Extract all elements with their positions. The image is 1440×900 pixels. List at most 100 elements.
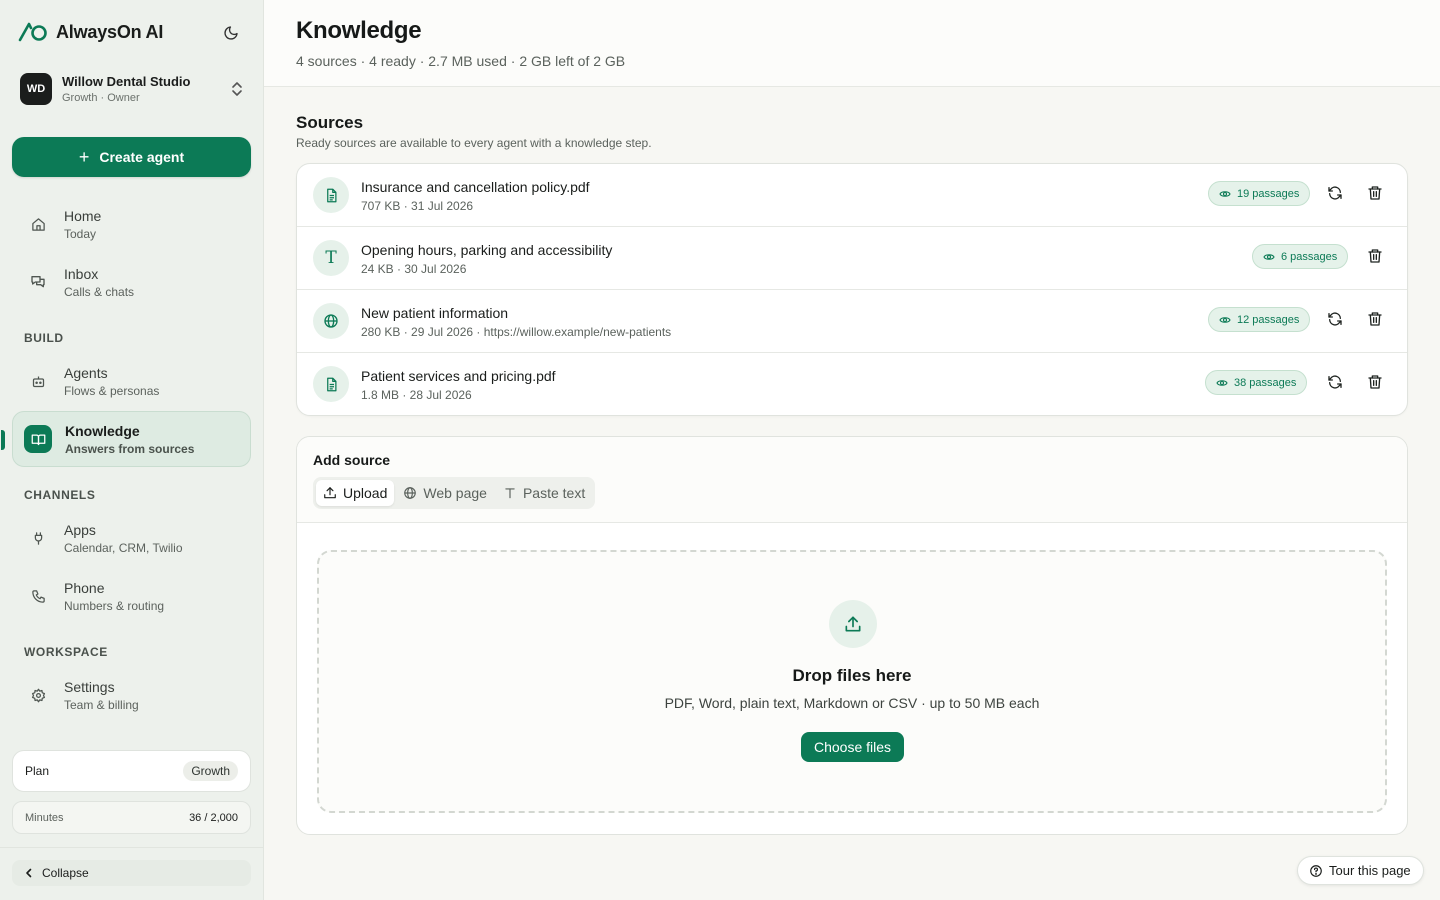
nav-sub: Flows & personas [64, 383, 160, 398]
workspace-name: Willow Dental Studio [62, 74, 191, 89]
dropzone-subtitle: PDF, Word, plain text, Markdown or CSV ·… [664, 695, 1040, 711]
book-icon [24, 425, 52, 453]
workspace-switcher[interactable]: WD Willow Dental Studio Growth · Owner [20, 70, 250, 108]
source-row[interactable]: Insurance and cancellation policy.pdf 70… [297, 164, 1407, 227]
file-dropzone[interactable]: Drop files here PDF, Word, plain text, M… [317, 550, 1387, 813]
trash-icon[interactable] [1365, 246, 1385, 266]
upload-icon [829, 600, 877, 648]
workspace-avatar: WD [20, 73, 52, 105]
plan-card[interactable]: Plan Growth [12, 750, 251, 792]
passages-count: 6 passages [1281, 250, 1338, 263]
passages-badge[interactable]: 19 passages [1208, 181, 1311, 206]
section-label-channels: CHANNELS [24, 488, 96, 502]
source-meta: 1.8 MB · 28 Jul 2026 [361, 388, 472, 402]
document-icon [313, 177, 349, 213]
collapse-label: Collapse [42, 866, 89, 880]
nav-label: Knowledge [65, 422, 140, 439]
brand[interactable]: AlwaysOn AI [18, 18, 163, 46]
page-subtitle: 4 sources · 4 ready · 2.7 MB used · 2 GB… [296, 53, 626, 69]
passages-badge[interactable]: 38 passages [1205, 370, 1308, 395]
refresh-icon[interactable] [1325, 183, 1345, 203]
passages-badge[interactable]: 12 passages [1208, 307, 1311, 332]
workspace-subtitle: Growth · Owner [62, 92, 140, 104]
theme-toggle-moon-icon[interactable] [220, 22, 242, 44]
source-meta: 707 KB · 31 Jul 2026 [361, 199, 474, 213]
collapse-button[interactable]: Collapse [12, 860, 251, 886]
plus-icon: + [78, 147, 90, 167]
trash-icon[interactable] [1365, 309, 1385, 329]
refresh-icon[interactable] [1325, 309, 1345, 329]
nav-label: Home [64, 207, 102, 224]
trash-icon[interactable] [1365, 183, 1385, 203]
passages-count: 19 passages [1237, 187, 1300, 200]
nav-item-apps[interactable]: Apps Calendar, CRM, Twilio [12, 510, 251, 566]
source-type-tabs: Upload Web page Paste text [313, 477, 596, 509]
add-source-header: Add source Upload Web page Paste text [297, 437, 1407, 523]
source-name: New patient information [361, 305, 509, 321]
nav-sub: Today [64, 226, 97, 241]
source-name: Opening hours, parking and accessibility [361, 242, 613, 258]
active-indicator [1, 430, 5, 450]
trash-icon[interactable] [1365, 372, 1385, 392]
plan-badge: Growth [183, 761, 238, 781]
source-row[interactable]: New patient information 280 KB · 29 Jul … [297, 290, 1407, 353]
source-meta: 24 KB · 30 Jul 2026 [361, 262, 467, 276]
passages-badge[interactable]: 6 passages [1252, 244, 1349, 269]
nav-item-inbox[interactable]: Inbox Calls & chats [12, 254, 251, 310]
page-header: Knowledge 4 sources · 4 ready · 2.7 MB u… [264, 0, 1440, 87]
source-row[interactable]: Patient services and pricing.pdf 1.8 MB … [297, 353, 1407, 415]
tour-button[interactable]: Tour this page [1297, 856, 1424, 885]
nav-sub: Calls & chats [64, 284, 135, 299]
app-name: AlwaysOn AI [56, 21, 164, 42]
phone-icon [29, 587, 47, 605]
tour-label: Tour this page [1329, 863, 1411, 878]
nav-item-settings[interactable]: Settings Team & billing [12, 667, 251, 723]
choose-files-button[interactable]: Choose files [801, 732, 904, 762]
nav-item-home[interactable]: Home Today [12, 196, 251, 252]
sources-list: Insurance and cancellation policy.pdf 70… [296, 163, 1408, 416]
section-label-build: BUILD [24, 331, 64, 345]
sources-title: Sources [296, 113, 364, 132]
chevron-up-down-icon [232, 82, 242, 96]
create-agent-label: Create agent [99, 149, 185, 165]
eye-icon [1263, 253, 1275, 260]
minutes-value: 36 / 2,000 [189, 811, 238, 824]
plan-label: Plan [25, 764, 50, 778]
create-agent-button[interactable]: + Create agent [12, 137, 251, 177]
source-meta: 280 KB · 29 Jul 2026 · https://willow.ex… [361, 325, 672, 339]
globe-icon [404, 487, 417, 499]
page-title: Knowledge [296, 17, 422, 44]
nav-sub: Numbers & routing [64, 598, 165, 613]
eye-icon [1216, 379, 1228, 386]
tab-upload[interactable]: Upload [316, 480, 395, 506]
tab-label: Upload [343, 485, 388, 501]
tab-web-page[interactable]: Web page [396, 480, 494, 506]
refresh-icon[interactable] [1325, 372, 1345, 392]
eye-icon [1219, 190, 1231, 197]
minutes-usage: Minutes 36 / 2,000 [12, 801, 251, 834]
sources-subtitle: Ready sources are available to every age… [296, 136, 652, 150]
section-label-workspace: WORKSPACE [24, 645, 108, 659]
gear-icon [29, 686, 47, 704]
passages-count: 12 passages [1237, 313, 1300, 326]
nav-item-phone[interactable]: Phone Numbers & routing [12, 568, 251, 624]
sidebar: AlwaysOn AI WD Willow Dental Studio Grow… [0, 0, 264, 900]
plug-icon [29, 529, 47, 547]
nav-item-knowledge[interactable]: Knowledge Answers from sources [1, 411, 251, 467]
nav-sub: Team & billing [64, 697, 139, 712]
upload-icon [324, 487, 336, 499]
chat-icon [29, 273, 47, 291]
nav-label: Agents [64, 364, 108, 381]
minutes-label: Minutes [25, 811, 64, 824]
chevron-left-icon [26, 868, 32, 878]
add-source-panel: Add source Upload Web page Paste text Dr… [296, 436, 1408, 835]
nav-item-agents[interactable]: Agents Flows & personas [12, 353, 251, 409]
nav-label: Inbox [64, 265, 99, 282]
eye-icon [1219, 316, 1231, 323]
source-row[interactable]: T Opening hours, parking and accessibili… [297, 227, 1407, 290]
nav-label: Apps [64, 521, 96, 538]
tab-paste-text[interactable]: Paste text [496, 480, 592, 506]
source-name: Insurance and cancellation policy.pdf [361, 179, 590, 195]
nav-sub: Calendar, CRM, Twilio [64, 540, 183, 555]
document-icon [313, 366, 349, 402]
